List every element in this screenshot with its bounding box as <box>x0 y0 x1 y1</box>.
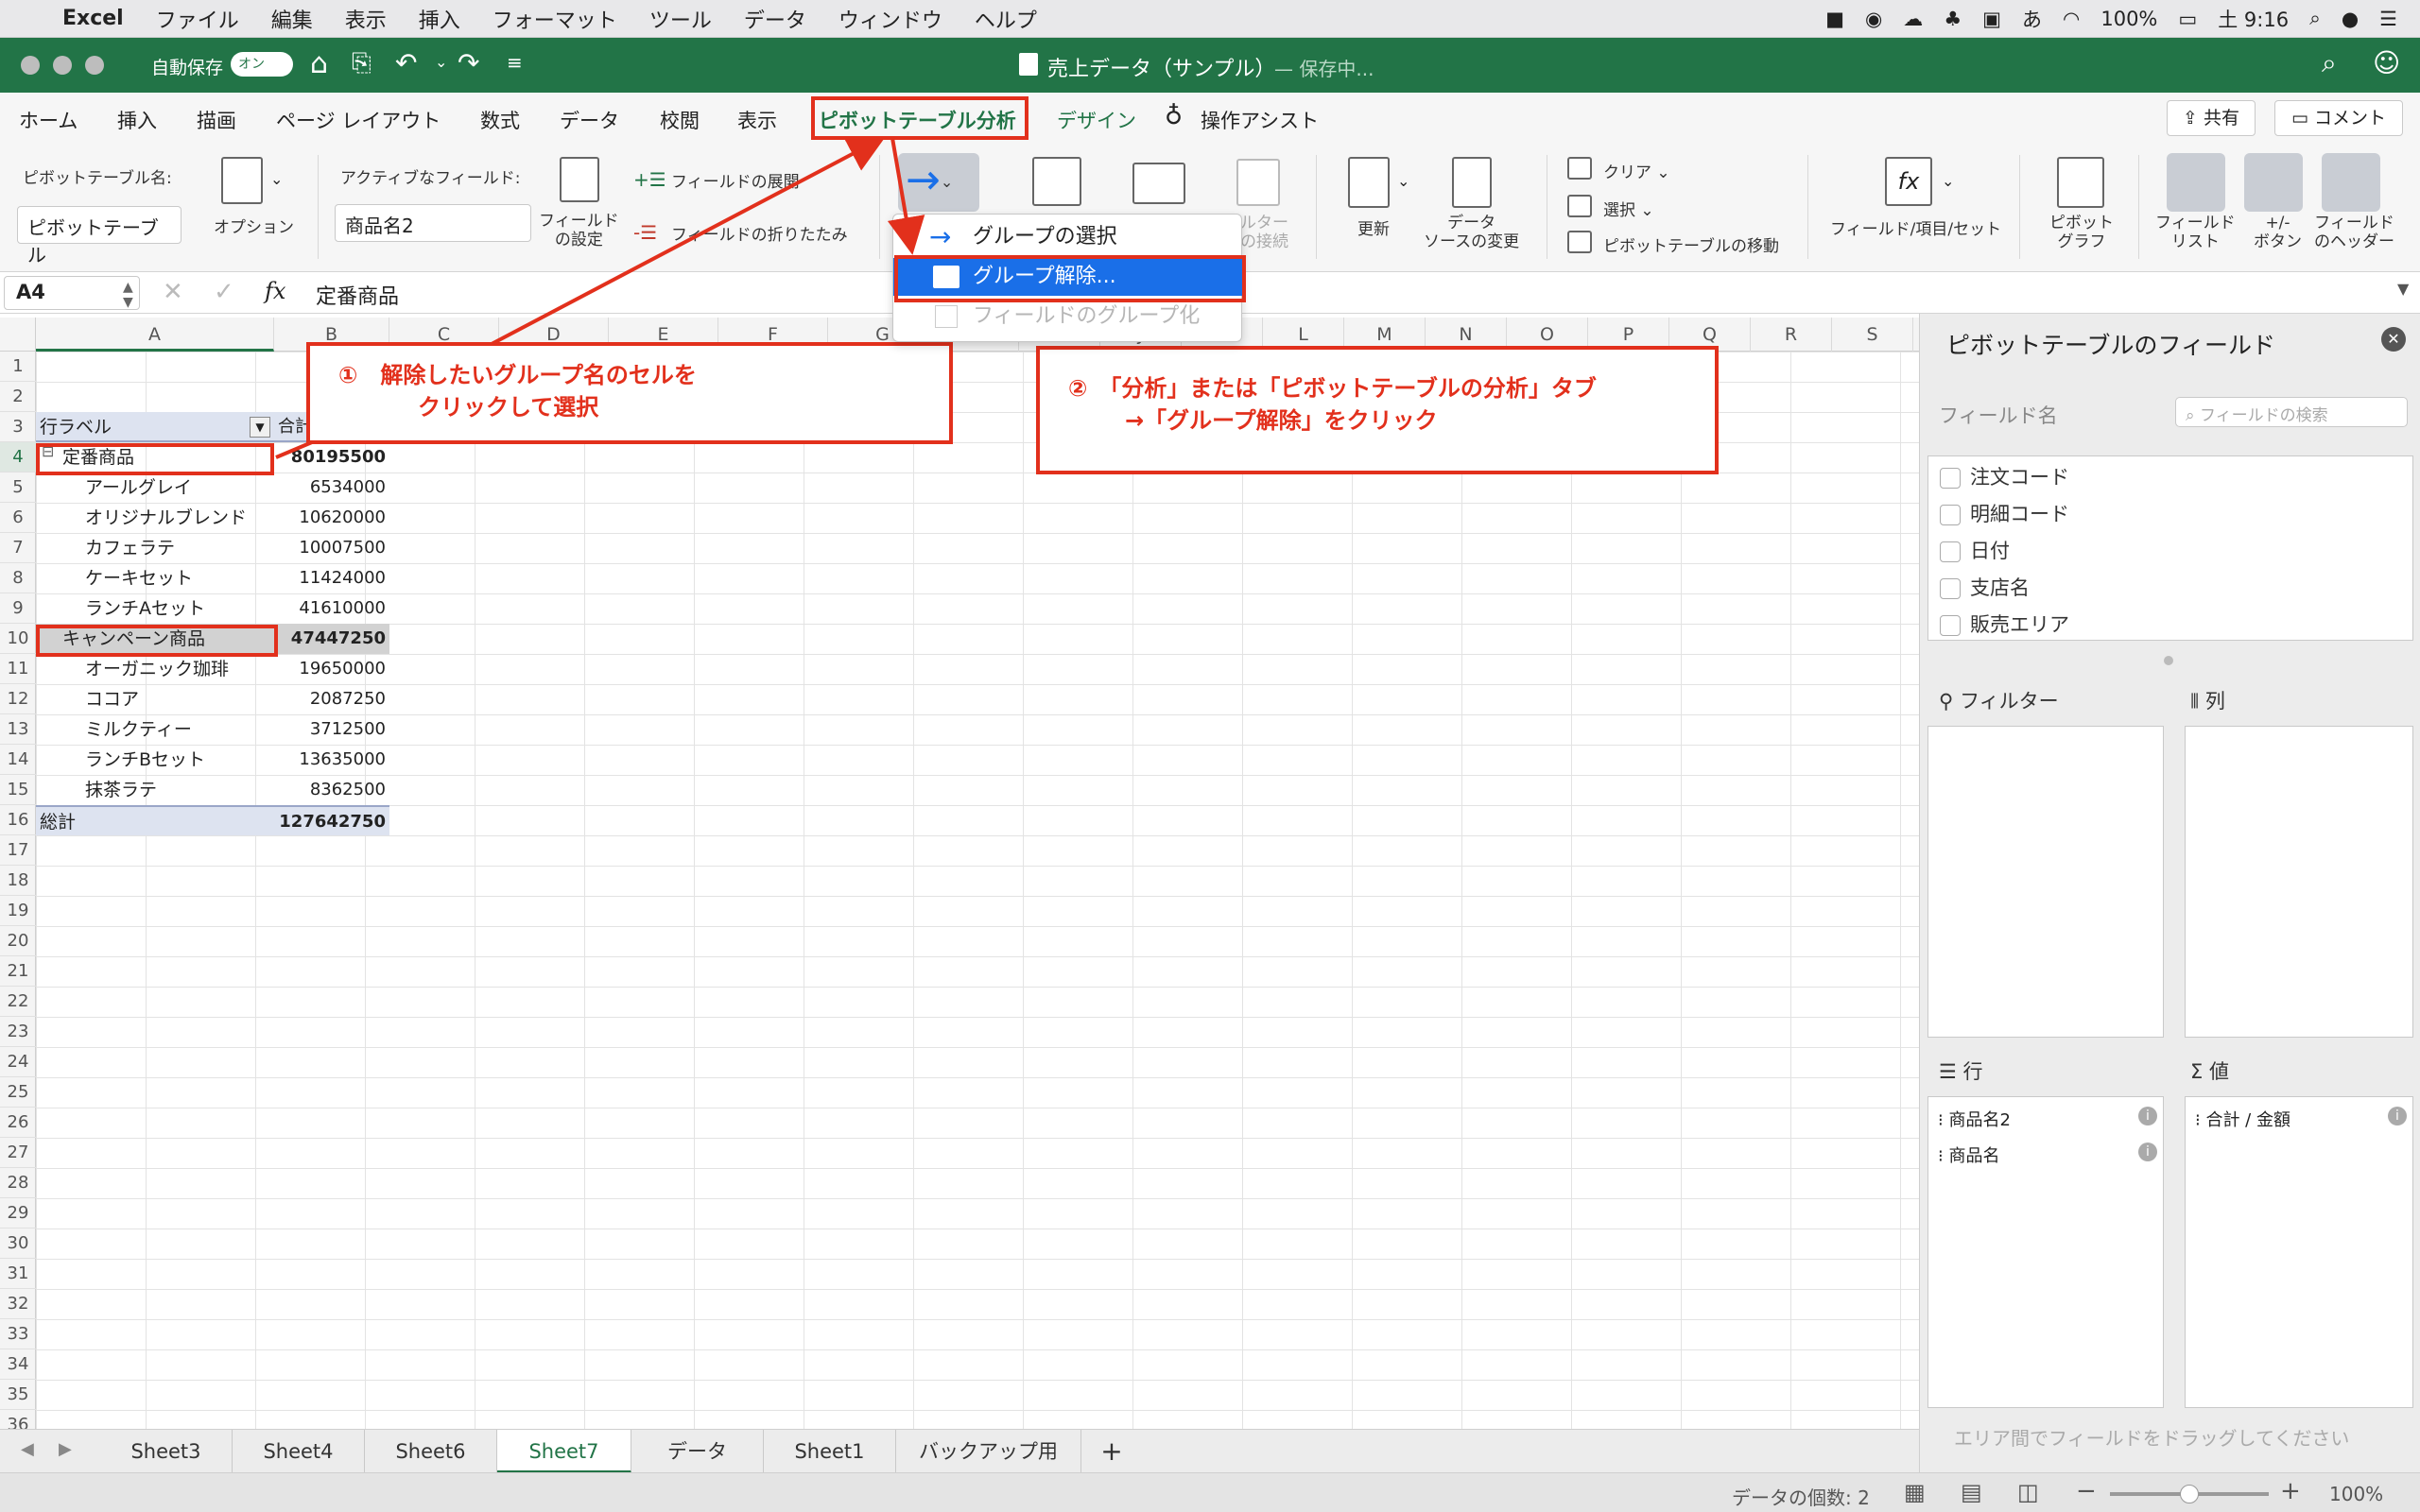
drag-hint: エリア間でフィールドをドラッグしてください <box>1954 1427 2350 1450</box>
field-item-order-code[interactable]: 注文コード <box>1940 462 2069 490</box>
arrow-from-cell <box>275 440 313 459</box>
info-icon[interactable]: i <box>2138 1107 2157 1125</box>
zoom-slider-thumb[interactable] <box>2180 1485 2199 1503</box>
value-field-sum-amount[interactable]: ⁝ 合計 / 金額 <box>2195 1107 2290 1131</box>
sheet-tab-bar: ◀ ▶ Sheet3 Sheet4 Sheet6 Sheet7 データ Shee… <box>0 1429 1919 1473</box>
field-list: 注文コード 明細コード 日付 支店名 販売エリア <box>1927 455 2413 641</box>
scroll-left-icon[interactable]: ◀ <box>21 1439 34 1459</box>
field-name-label: フィールド名 <box>1939 404 2058 427</box>
status-bar: データの個数: 2 ▦ ▤ ◫ − + 100% <box>0 1472 2420 1512</box>
field-item-sales-area[interactable]: 販売エリア <box>1940 610 2069 638</box>
field-search-input[interactable]: ⌕ フィールドの検索 <box>2175 397 2408 427</box>
sheet-tab-sheet7[interactable]: Sheet7 <box>497 1430 631 1473</box>
rows-area-label: ☰ 行 <box>1939 1060 1983 1083</box>
zoom-out-icon[interactable]: − <box>2076 1477 2097 1505</box>
filter-area-label: ⚲ フィルター <box>1939 690 2059 713</box>
close-pane-icon[interactable]: ✕ <box>2381 327 2406 352</box>
scroll-right-icon[interactable]: ▶ <box>59 1439 72 1459</box>
sheet-tab-data[interactable]: データ <box>631 1430 764 1473</box>
checkbox[interactable] <box>1940 578 1961 599</box>
sheet-tab-sheet3[interactable]: Sheet3 <box>100 1430 233 1473</box>
values-area-label: Σ 値 <box>2190 1060 2229 1083</box>
field-item-branch[interactable]: 支店名 <box>1940 573 2030 601</box>
pivottable-fields-pane: ピボットテーブルのフィールド ✕ フィールド名 ⌕ フィールドの検索 注文コード… <box>1919 314 2420 1476</box>
sheet-tab-sheet4[interactable]: Sheet4 <box>233 1430 365 1473</box>
checkbox[interactable] <box>1940 468 1961 489</box>
row-field-product-name2[interactable]: ⁝ 商品名2 <box>1938 1107 2011 1131</box>
sheet-tab-backup[interactable]: バックアップ用 <box>896 1430 1081 1473</box>
field-item-date[interactable]: 日付 <box>1940 536 2010 564</box>
columns-area[interactable] <box>2185 726 2413 1038</box>
status-count: データの個数: 2 <box>1732 1486 1870 1509</box>
splitter-handle[interactable] <box>2164 656 2173 665</box>
sheet-tab-sheet1[interactable]: Sheet1 <box>764 1430 896 1473</box>
add-sheet-button[interactable]: + <box>1081 1430 1142 1473</box>
zoom-level[interactable]: 100% <box>2329 1483 2383 1505</box>
arrow-to-tab <box>491 136 887 346</box>
arrow-to-ungroup <box>887 137 925 255</box>
info-icon[interactable]: i <box>2388 1107 2407 1125</box>
page-break-view-icon[interactable]: ◫ <box>2017 1479 2039 1505</box>
zoom-in-icon[interactable]: + <box>2280 1477 2301 1505</box>
pane-title: ピボットテーブルのフィールド <box>1946 332 2276 359</box>
row-field-product-name[interactable]: ⁝ 商品名 <box>1938 1143 1999 1167</box>
filter-area[interactable] <box>1927 726 2164 1038</box>
values-area[interactable]: ⁝ 合計 / 金額 i <box>2185 1096 2413 1408</box>
checkbox[interactable] <box>1940 615 1961 636</box>
rows-area[interactable]: ⁝ 商品名2 i ⁝ 商品名 i <box>1927 1096 2164 1408</box>
normal-view-icon[interactable]: ▦ <box>1904 1479 1926 1505</box>
checkbox[interactable] <box>1940 541 1961 562</box>
field-item-detail-code[interactable]: 明細コード <box>1940 499 2069 527</box>
page-layout-view-icon[interactable]: ▤ <box>1961 1479 1982 1505</box>
columns-area-label: ⦀ 列 <box>2190 690 2225 713</box>
checkbox[interactable] <box>1940 505 1961 525</box>
sheet-tab-sheet6[interactable]: Sheet6 <box>365 1430 497 1473</box>
info-icon[interactable]: i <box>2138 1143 2157 1161</box>
